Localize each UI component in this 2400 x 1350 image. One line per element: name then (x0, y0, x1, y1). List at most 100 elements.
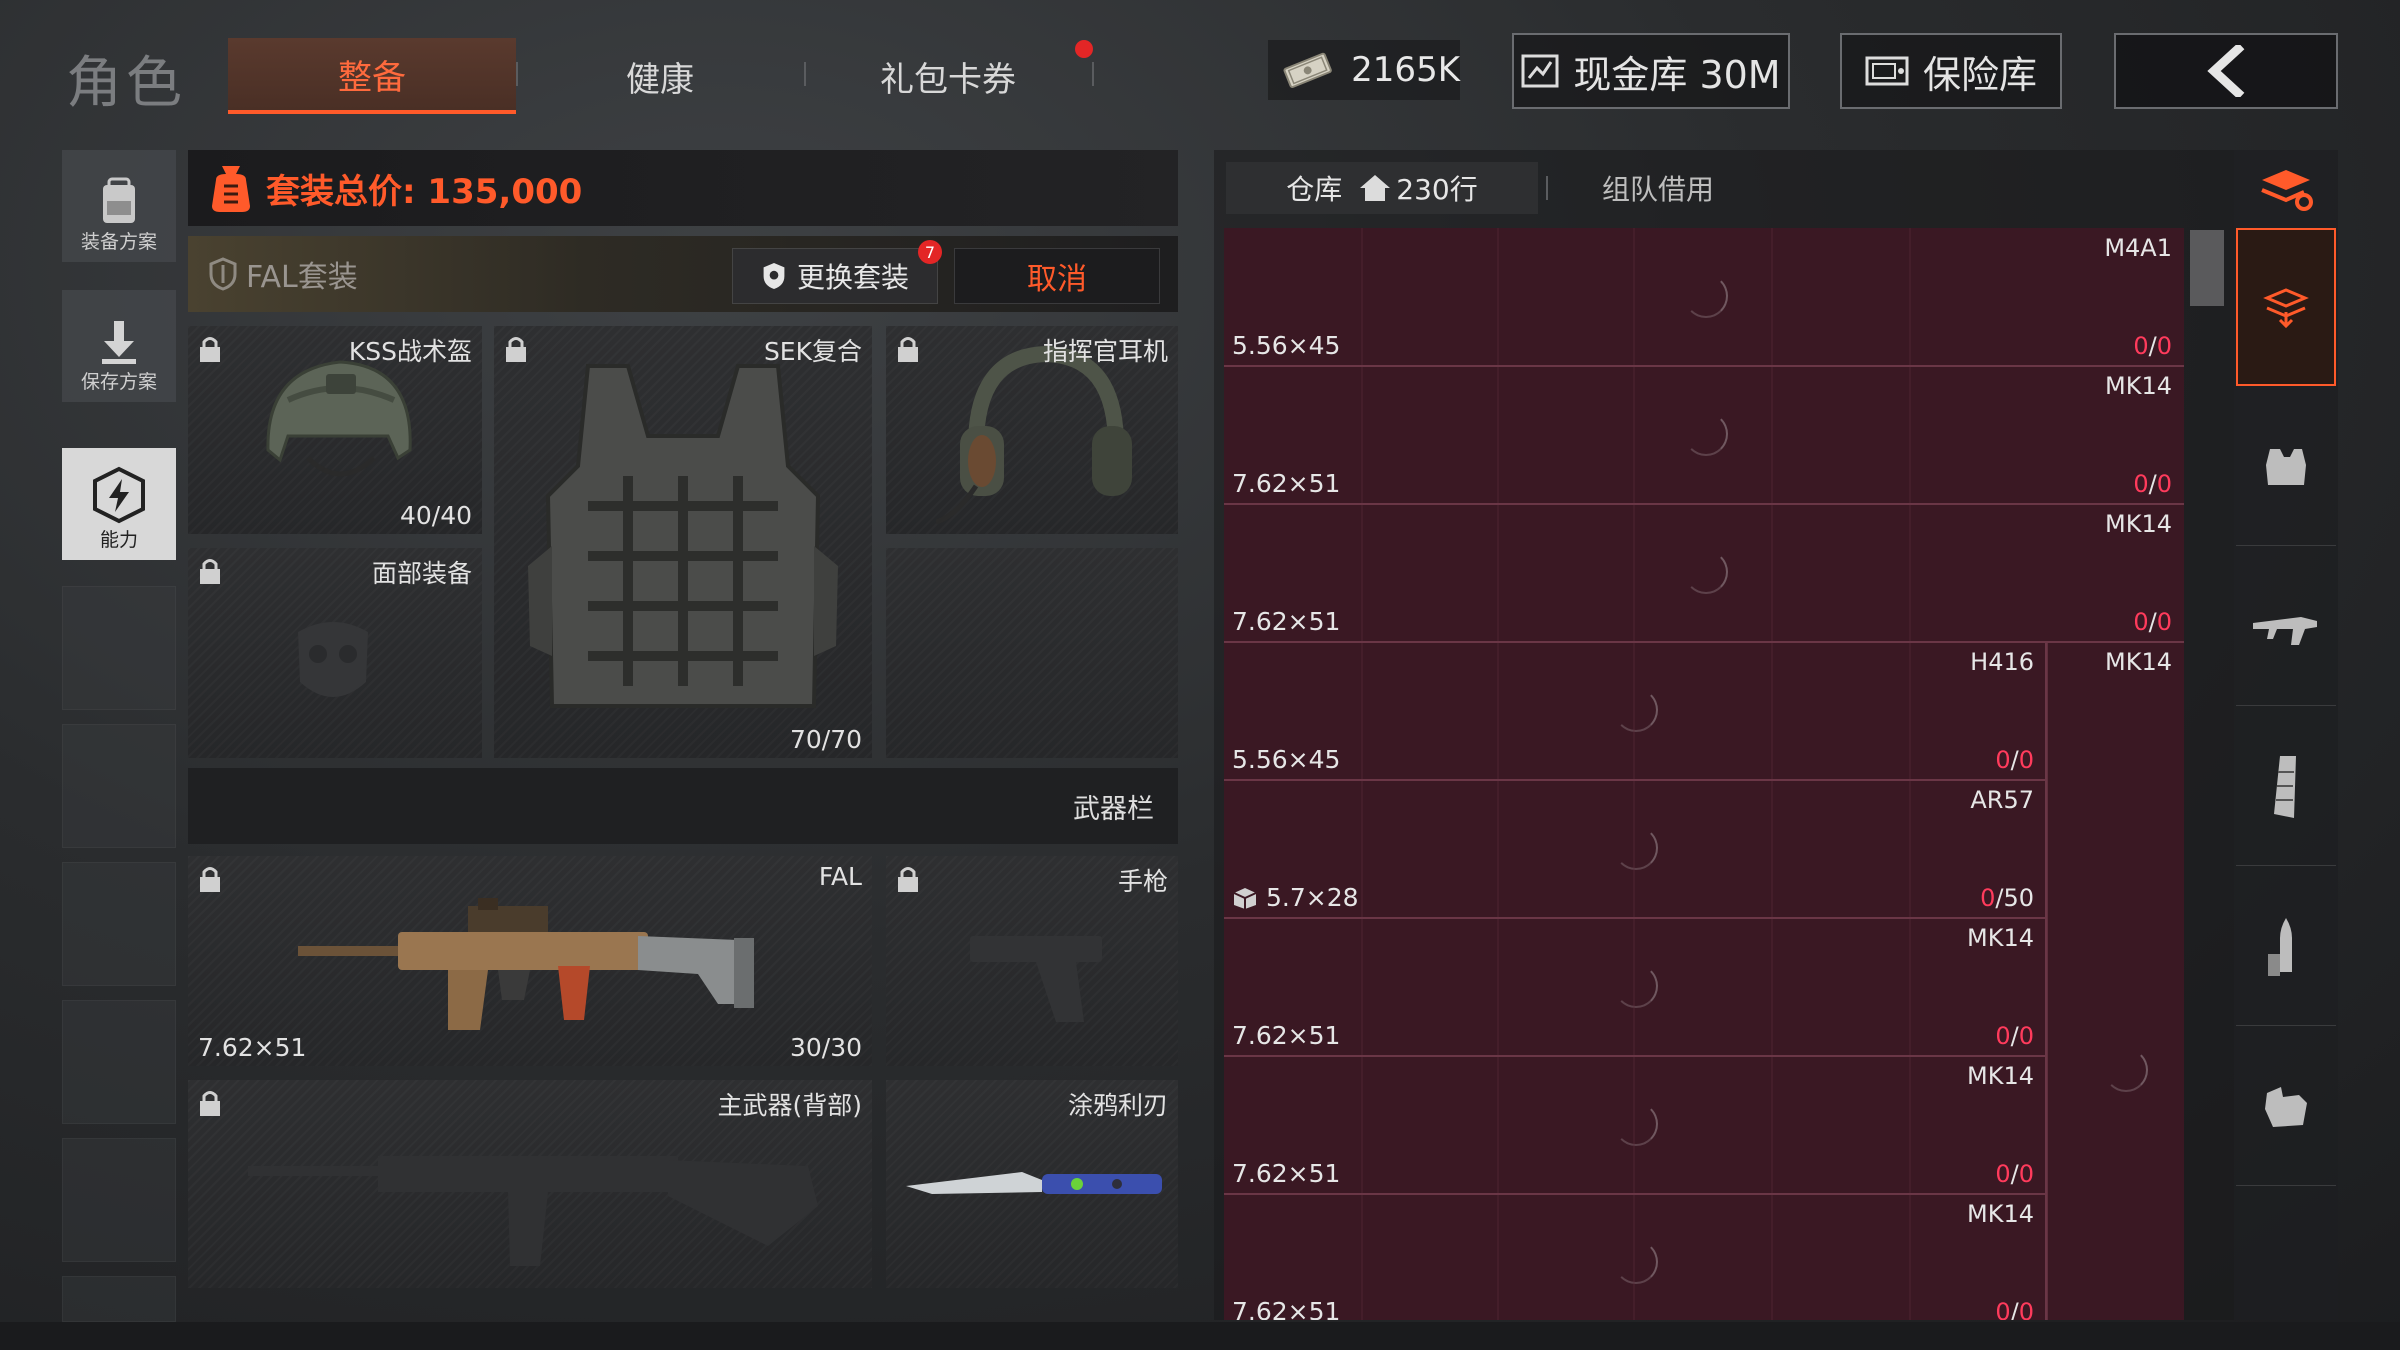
safe-icon (1865, 56, 1909, 86)
pistol-icon (970, 936, 1102, 1022)
filter-magazines[interactable] (2236, 708, 2336, 866)
slot-name: 面部装备 (371, 559, 472, 588)
primary-weapon-slot[interactable]: FAL 7.62×51 30/30 (188, 856, 872, 1066)
shield-icon (763, 263, 785, 289)
tab-warehouse[interactable]: 仓库 230行 (1226, 162, 1538, 214)
rail-empty-slot (62, 1138, 176, 1262)
durability-count: 40/40 (399, 501, 472, 530)
filter-gear[interactable] (2236, 1028, 2336, 1186)
weapon-name: 手枪 (1117, 867, 1168, 896)
loadout-total-price: 套装总价: 135,000 (266, 171, 583, 212)
loadout-header: 套装总价: 135,000 (188, 150, 1178, 226)
currency-amount: 2165K (1351, 50, 1460, 90)
download-icon (102, 321, 136, 364)
tab-divider (1092, 62, 1094, 86)
warehouse-grid: 5.56×45 M4A1 0/0 7.62×51 MK14 0/0 7.62×5… (1224, 228, 2184, 1320)
swap-loadout-label: 更换套装 (796, 261, 909, 294)
tab-health[interactable]: 健康 (560, 38, 760, 114)
weapon-bar-header: 武器栏 (188, 768, 1178, 844)
slot-name: SEK复合 (763, 337, 862, 366)
preset-name: FAL套装 (246, 260, 358, 295)
backpack-icon (103, 177, 135, 223)
rail-label: 能力 (99, 529, 138, 551)
rifle-icon (298, 898, 754, 1030)
rifle-silhouette-icon (248, 1156, 818, 1266)
notification-badge: 7 (918, 240, 942, 264)
shield-icon (209, 257, 237, 291)
back-button[interactable] (2114, 33, 2338, 109)
cash-vault-button[interactable]: 现金库 30M (1512, 33, 1790, 109)
weapon-name: 涂鸦利刃 (1067, 1091, 1168, 1120)
melee-slot[interactable]: 涂鸦利刃 (886, 1080, 1178, 1288)
cancel-button[interactable]: 取消 (954, 248, 1160, 304)
lightning-shield-icon (93, 466, 145, 524)
page-title: 角色 (66, 51, 186, 116)
lock-icon (200, 337, 220, 362)
headset-slot[interactable]: 指挥官耳机 (886, 326, 1178, 534)
rail-save-plan[interactable]: 保存方案 (62, 290, 176, 402)
filter-equipment[interactable] (2236, 228, 2336, 386)
notification-dot (1075, 40, 1093, 58)
rifle-icon (2253, 616, 2317, 645)
durability-count: 70/70 (789, 725, 862, 754)
rail-label: 保存方案 (80, 371, 157, 393)
rail-empty-slot (62, 724, 176, 848)
empty-slot (886, 548, 1178, 758)
knife-icon (906, 1172, 1162, 1194)
lock-icon (898, 867, 918, 892)
warehouse-tab-label: 仓库 (1286, 173, 1343, 206)
bottom-strip (0, 1322, 2400, 1350)
tab-prepare[interactable]: 整备 (228, 38, 516, 114)
filter-all[interactable] (2236, 152, 2336, 226)
lock-icon (200, 867, 220, 892)
lock-icon (898, 337, 918, 362)
home-icon (1360, 175, 1391, 201)
chevron-left-icon (2207, 45, 2245, 97)
face-mask-icon (298, 622, 368, 697)
all-items-icon (2261, 170, 2313, 211)
currency-display: 2165K (1268, 40, 1460, 100)
rail-empty-slot (62, 1000, 176, 1124)
ammo-count: 30/30 (789, 1033, 862, 1062)
tab-team-borrow[interactable]: 组队借用 (1558, 162, 1758, 214)
rail-abilities[interactable]: 能力 (62, 448, 176, 560)
pistol-slot[interactable]: 手枪 (886, 856, 1178, 1066)
cash-vault-label: 现金库 30M (1573, 52, 1781, 97)
back-weapon-slot[interactable]: 主武器(背部) (188, 1080, 872, 1288)
equipment-icon (2263, 288, 2309, 329)
armor-icon (2266, 448, 2306, 485)
lock-icon (200, 1091, 220, 1116)
safe-button[interactable]: 保险库 (1840, 33, 2062, 109)
tab-divider (516, 62, 518, 86)
rail-empty-slot (62, 586, 176, 710)
grid-lines (1224, 228, 2184, 1320)
rail-loadout-plans[interactable]: 装备方案 (62, 150, 176, 262)
lock-icon (200, 559, 220, 584)
filter-armor[interactable] (2236, 388, 2336, 546)
armor-slot[interactable]: SEK复合 70/70 (494, 326, 872, 758)
weapon-caliber: 7.62×51 (198, 1033, 307, 1062)
weapon-name: 主武器(背部) (717, 1091, 862, 1120)
helmet-slot[interactable]: KSS战术盔 40/40 (188, 326, 482, 534)
filter-ammo[interactable] (2236, 868, 2336, 1026)
rail-empty-slot (62, 1276, 176, 1322)
swap-loadout-button[interactable]: 更换套装 (732, 248, 938, 304)
weapon-name: FAL (818, 862, 862, 891)
slot-name: 指挥官耳机 (1042, 337, 1168, 366)
magazine-icon (2274, 755, 2296, 818)
rail-empty-slot (62, 862, 176, 986)
tab-divider (804, 62, 806, 86)
weapon-bar-label: 武器栏 (1073, 793, 1154, 825)
warehouse-scrollbar[interactable] (2190, 230, 2224, 306)
armor-vest-icon (528, 364, 838, 708)
filter-weapons[interactable] (2236, 548, 2336, 706)
tab-gift-cards[interactable]: 礼包卡券 (848, 38, 1048, 114)
slot-name: KSS战术盔 (348, 337, 472, 366)
rail-label: 装备方案 (80, 231, 157, 253)
ammo-icon (2268, 917, 2292, 976)
loot-bag-icon (212, 166, 250, 212)
face-slot[interactable]: 面部装备 (188, 548, 482, 758)
cash-icon (1283, 52, 1332, 89)
safe-label: 保险库 (1922, 52, 2037, 97)
tab-divider (1546, 176, 1548, 200)
